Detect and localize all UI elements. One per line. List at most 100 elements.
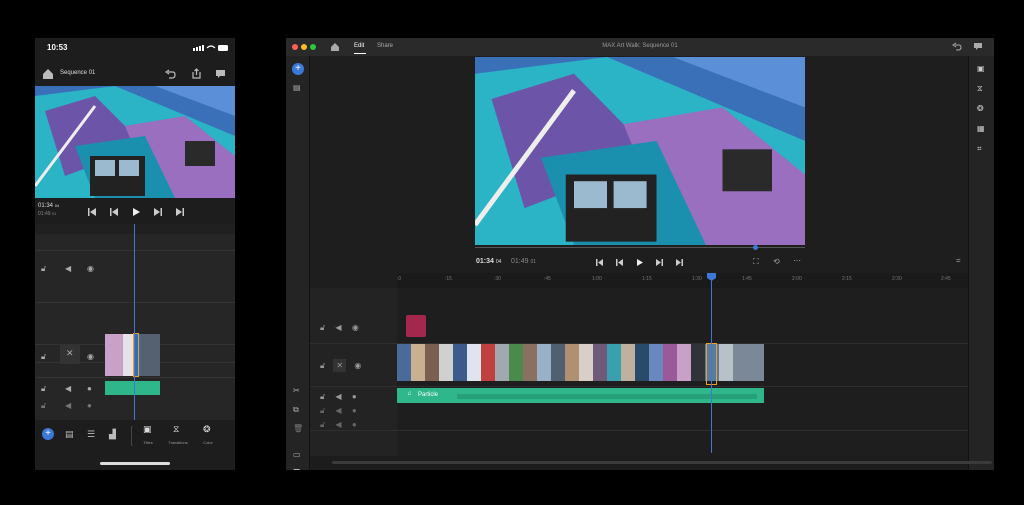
add-media-button[interactable]: + [292, 63, 304, 75]
trash-icon[interactable]: 🗑︎ [293, 424, 303, 433]
lock-icon[interactable]: 🔓︎ [41, 264, 46, 274]
video-clip[interactable] [439, 344, 453, 381]
audio-clip[interactable]: ♫ Particle [397, 388, 764, 403]
video-clip[interactable] [733, 344, 764, 381]
lock-icon[interactable]: 🔓︎ [41, 401, 46, 411]
eye-icon[interactable]: ◉ [87, 352, 94, 361]
undo-icon[interactable] [165, 69, 176, 79]
video-clip[interactable] [537, 344, 551, 381]
mic-icon[interactable]: ● [87, 401, 92, 410]
video-clip[interactable] [467, 344, 481, 381]
desktop-app-window: Edit Share MAX Art Walk: Sequence 01 + ▤… [286, 38, 994, 470]
video-clip[interactable] [663, 344, 677, 381]
titles-icon[interactable]: ▣ [977, 64, 985, 73]
mic-icon[interactable]: ● [352, 392, 357, 401]
volume-icon[interactable]: ◀︎ [335, 392, 341, 401]
volume-icon[interactable]: ◀︎ [335, 420, 341, 429]
scrub-handle[interactable] [753, 245, 758, 250]
ruler-tick: :30 [494, 276, 501, 282]
step-back-icon[interactable] [615, 258, 624, 267]
mute-icon[interactable]: ✕ [333, 359, 347, 372]
home-icon[interactable] [42, 68, 54, 79]
mic-icon[interactable]: ● [87, 384, 92, 393]
volume-icon[interactable]: ◀︎ [65, 401, 71, 410]
lock-icon[interactable]: 🔓︎ [320, 420, 325, 429]
duplicate-icon[interactable]: ⧉ [293, 405, 299, 415]
lock-icon[interactable]: 🔓︎ [320, 361, 325, 370]
list-icon[interactable]: ☰ [87, 429, 95, 440]
video-clip[interactable] [635, 344, 649, 381]
volume-icon[interactable]: ◀︎ [335, 406, 341, 415]
timeline-icon[interactable]: ☰ [293, 468, 300, 470]
video-clip[interactable] [621, 344, 635, 381]
lock-icon[interactable]: 🔓︎ [320, 392, 325, 401]
scrollbar-thumb[interactable] [332, 461, 992, 464]
timeline-ruler[interactable] [397, 273, 968, 288]
video-clip[interactable] [495, 344, 509, 381]
mic-icon[interactable]: ● [352, 406, 357, 415]
playhead[interactable] [134, 224, 135, 420]
video-clip[interactable] [719, 344, 733, 381]
playhead[interactable] [711, 281, 712, 453]
undo-icon[interactable] [952, 42, 962, 51]
volume-icon[interactable]: ◀︎ [65, 384, 71, 393]
play-icon[interactable] [635, 258, 644, 267]
lock-icon[interactable]: 🔓︎ [41, 352, 46, 362]
bars-icon[interactable]: ▟ [109, 429, 116, 440]
comment-icon[interactable] [973, 42, 983, 51]
panel-options-icon[interactable]: = [956, 256, 961, 265]
mic-icon[interactable]: ● [352, 420, 357, 429]
title-clip[interactable] [406, 315, 426, 337]
video-clip[interactable] [453, 344, 467, 381]
add-icon[interactable]: + [42, 428, 54, 440]
video-clip[interactable] [607, 344, 621, 381]
skip-to-start-icon[interactable] [595, 258, 604, 267]
play-icon[interactable] [131, 207, 141, 217]
lock-icon[interactable]: 🔓︎ [320, 406, 325, 415]
skip-to-end-icon[interactable] [175, 207, 185, 217]
loop-icon[interactable]: ⟲ [773, 257, 780, 266]
media-bin-icon[interactable]: ▤ [293, 83, 301, 92]
video-clip[interactable] [425, 344, 439, 381]
video-clip[interactable] [397, 344, 411, 381]
tracks-icon[interactable]: ▭ [293, 450, 301, 459]
volume-icon[interactable]: ◀︎ [335, 323, 341, 332]
transform-icon[interactable]: ⌗ [977, 144, 982, 154]
eye-icon[interactable]: ◉ [354, 361, 361, 370]
video-clip[interactable] [523, 344, 537, 381]
more-options-icon[interactable]: ⋯ [793, 256, 801, 265]
eye-icon[interactable]: ◉ [87, 264, 94, 273]
volume-icon[interactable]: ◀︎ [65, 264, 71, 273]
eye-icon[interactable]: ◉ [352, 323, 359, 332]
audio-clip[interactable] [105, 381, 160, 395]
lock-icon[interactable]: 🔓︎ [320, 323, 325, 332]
step-back-icon[interactable] [109, 207, 119, 217]
video-clip[interactable] [565, 344, 579, 381]
fit-screen-icon[interactable]: ⛶ [753, 257, 759, 267]
step-forward-icon[interactable] [655, 258, 664, 267]
color-icon[interactable]: ❂ [977, 104, 984, 113]
media-icon[interactable]: ▤ [65, 429, 74, 440]
video-clip[interactable] [411, 344, 425, 381]
transitions-icon[interactable]: ⧖ [977, 84, 983, 94]
video-clip[interactable] [677, 344, 691, 381]
step-forward-icon[interactable] [153, 207, 163, 217]
lock-icon[interactable]: 🔓︎ [41, 384, 46, 394]
skip-to-end-icon[interactable] [675, 258, 684, 267]
video-clip[interactable] [593, 344, 607, 381]
mute-icon[interactable]: ✕ [60, 344, 80, 364]
playhead-handle[interactable] [707, 273, 716, 281]
timeline-scrollbar[interactable] [310, 456, 992, 470]
phone-timeline[interactable]: 🔓︎ ◀︎ ◉ 🔓︎ ✕ ◉ 🔓︎ ◀︎ ● 🔓︎ ◀︎ ● [35, 224, 235, 420]
video-clip[interactable] [579, 344, 593, 381]
video-clip[interactable] [481, 344, 495, 381]
scissors-icon[interactable]: ✂ [293, 386, 300, 395]
speed-icon[interactable]: ▦ [977, 124, 985, 133]
comment-icon[interactable] [215, 69, 226, 79]
video-clip[interactable] [649, 344, 663, 381]
skip-to-start-icon[interactable] [87, 207, 97, 217]
video-clip[interactable] [509, 344, 523, 381]
video-clip[interactable] [551, 344, 565, 381]
share-icon[interactable] [191, 68, 202, 79]
video-clip[interactable] [691, 344, 705, 381]
